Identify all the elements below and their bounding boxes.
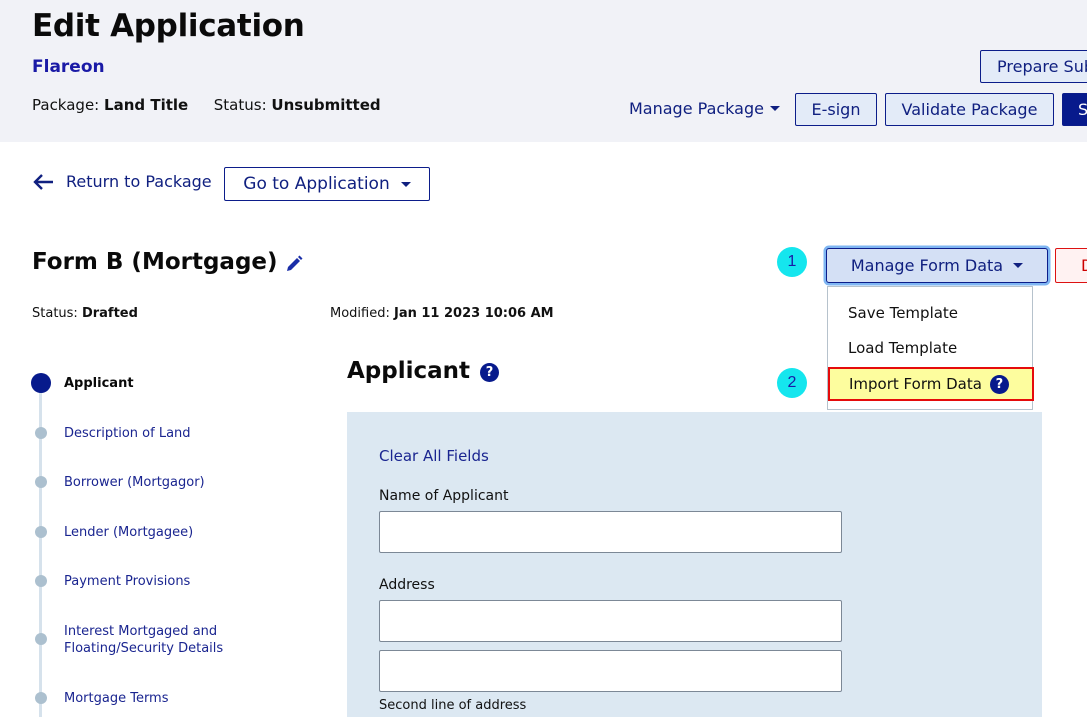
form-modified-label: Modified: <box>330 306 390 321</box>
annotation-marker-1: 1 <box>777 247 807 277</box>
step-applicant[interactable]: Applicant <box>64 375 134 392</box>
pencil-icon[interactable] <box>285 255 303 273</box>
menu-item-import-form-data[interactable]: Import Form Data ? <box>828 367 1034 401</box>
name-of-applicant-label: Name of Applicant <box>379 488 509 504</box>
manage-form-data-label: Manage Form Data <box>850 256 1004 275</box>
validate-package-button[interactable]: Validate Package <box>885 93 1054 126</box>
form-title: Form B (Mortgage) <box>32 249 303 275</box>
address-line1-input[interactable] <box>379 600 842 642</box>
status-label: Status: <box>213 96 267 114</box>
section-title-text: Applicant <box>347 358 471 384</box>
go-to-application-label: Go to Application <box>243 174 390 194</box>
import-form-data-label: Import Form Data <box>849 375 982 393</box>
manage-form-data-menu: Save Template Load Template Import Form … <box>827 286 1034 410</box>
manage-package-dropdown[interactable]: Manage Package <box>629 99 780 118</box>
help-icon[interactable]: ? <box>480 363 500 382</box>
return-to-package-link[interactable]: Return to Package <box>32 172 212 191</box>
step-lender[interactable]: Lender (Mortgagee) <box>64 524 193 541</box>
name-of-applicant-input[interactable] <box>379 511 842 553</box>
manage-form-data-dropdown[interactable]: Manage Form Data <box>826 248 1048 283</box>
package-value: Land Title <box>104 96 189 114</box>
prepare-submission-button[interactable]: Prepare Sub <box>980 50 1087 83</box>
address-label: Address <box>379 577 435 593</box>
annotation-marker-2: 2 <box>777 368 807 398</box>
step-borrower[interactable]: Borrower (Mortgagor) <box>64 474 205 491</box>
step-indicator <box>35 427 47 439</box>
status-value: Unsubmitted <box>271 96 381 114</box>
form-modified-value: Jan 11 2023 10:06 AM <box>394 306 554 321</box>
package-meta: Package: Land Title Status: Unsubmitted <box>32 96 381 114</box>
step-description-of-land[interactable]: Description of Land <box>64 425 191 442</box>
step-mortgage-terms[interactable]: Mortgage Terms <box>64 690 169 707</box>
step-indicator <box>35 476 47 488</box>
step-active-indicator <box>31 373 51 393</box>
package-label: Package: <box>32 96 100 114</box>
application-name: Flareon <box>32 57 105 77</box>
esign-button[interactable]: E-sign <box>795 93 877 126</box>
step-payment-provisions[interactable]: Payment Provisions <box>64 573 190 590</box>
form-status-label: Status: <box>32 306 78 321</box>
help-icon[interactable]: ? <box>989 374 1009 394</box>
go-to-application-dropdown[interactable]: Go to Application <box>224 167 430 201</box>
arrow-left-icon <box>33 173 53 190</box>
return-label: Return to Package <box>66 172 212 191</box>
step-interest-mortgaged[interactable]: Interest Mortgaged and Floating/Security… <box>64 623 239 657</box>
caret-down-icon <box>400 181 411 187</box>
step-indicator <box>35 633 47 645</box>
manage-package-label: Manage Package <box>629 99 764 118</box>
form-modified: Modified: Jan 11 2023 10:06 AM <box>330 306 554 321</box>
form-title-text: Form B (Mortgage) <box>32 249 278 275</box>
form-status-value: Drafted <box>81 306 138 321</box>
menu-item-save-template[interactable]: Save Template <box>828 298 1032 328</box>
delete-button[interactable]: D <box>1055 248 1087 283</box>
clear-all-fields-link[interactable]: Clear All Fields <box>379 447 489 465</box>
form-status: Status: Drafted <box>32 306 138 321</box>
address-line2-input[interactable] <box>379 650 842 692</box>
submit-button[interactable]: S <box>1062 93 1087 126</box>
caret-down-icon <box>769 106 780 111</box>
section-title: Applicant ? <box>347 358 500 384</box>
step-indicator <box>35 526 47 538</box>
address-helper-text: Second line of address <box>379 698 527 713</box>
step-indicator <box>35 692 47 704</box>
page-title: Edit Application <box>32 8 305 44</box>
caret-down-icon <box>1013 263 1024 268</box>
menu-item-load-template[interactable]: Load Template <box>828 333 1032 363</box>
step-indicator <box>35 575 47 587</box>
